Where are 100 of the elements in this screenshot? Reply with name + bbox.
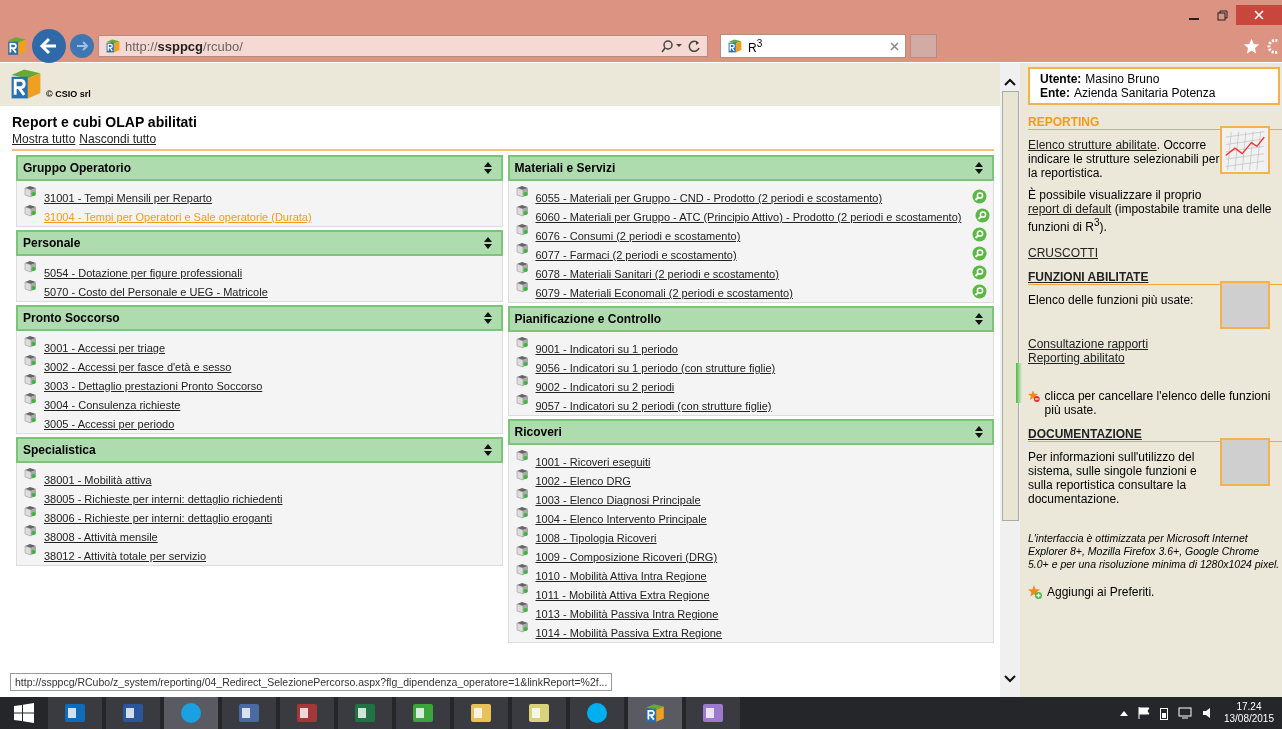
star-add-icon[interactable] bbox=[1028, 585, 1043, 600]
battery-icon[interactable] bbox=[1159, 706, 1168, 720]
taskbar-app[interactable] bbox=[396, 697, 450, 729]
toggle-link[interactable]: Mostra tutto bbox=[12, 132, 76, 146]
report-link[interactable]: 9056 - Indicatori su 1 periodo (con strutture figlie) bbox=[535, 362, 776, 374]
report-link[interactable]: 1010 - Mobilità Attiva Intra Regione bbox=[535, 570, 707, 582]
refresh-icon[interactable] bbox=[688, 39, 701, 53]
cube-icon bbox=[515, 620, 529, 633]
address-field[interactable]: http://ssppcg/rcubo/ bbox=[98, 35, 708, 57]
report-link[interactable]: 1011 - Mobilità Attiva Extra Regione bbox=[535, 589, 710, 601]
cube-icon bbox=[24, 486, 37, 499]
cube-app-icon bbox=[644, 702, 666, 724]
report-link[interactable]: 6076 - Consumi (2 periodi e scostamento) bbox=[535, 230, 741, 242]
scrollbar[interactable] bbox=[1000, 63, 1020, 698]
chart-picture bbox=[1220, 126, 1270, 174]
report-link[interactable]: 1004 - Elenco Intervento Principale bbox=[535, 513, 707, 525]
site-icon bbox=[105, 38, 121, 54]
clear-functions-text[interactable]: clicca per cancellare l'elenco delle funzioni più usate. bbox=[1044, 389, 1280, 417]
taskbar-app[interactable] bbox=[280, 697, 334, 729]
text-link[interactable]: Elenco strutture abilitate bbox=[1028, 138, 1157, 152]
cube-icon bbox=[515, 374, 529, 387]
report-link[interactable]: 1003 - Elenco Diagnosi Principale bbox=[535, 494, 701, 506]
report-link[interactable]: 1001 - Ricoveri eseguiti bbox=[535, 456, 651, 468]
cube-icon bbox=[515, 506, 529, 519]
toggle-link[interactable]: Nascondi tutto bbox=[79, 132, 157, 146]
report-link[interactable]: 5054 - Dotazione per figure professionali bbox=[44, 267, 243, 279]
report-link[interactable]: 3005 - Accessi per periodo bbox=[44, 418, 175, 430]
report-link[interactable]: 38012 - Attività totale per servizio bbox=[44, 550, 207, 562]
report-link[interactable]: 1009 - Composizione Ricoveri (DRG) bbox=[535, 551, 718, 563]
cube-icon bbox=[24, 467, 37, 480]
section-text: Elenco strutture abilitate. Occorre indicare le strutture selezionabili per la reportistica. bbox=[1028, 138, 1220, 180]
taskbar-app[interactable] bbox=[570, 697, 624, 729]
report-link[interactable]: 31001 - Tempi Mensili per Reparto bbox=[44, 192, 212, 204]
report-link[interactable]: 1008 - Tipologia Ricoveri bbox=[535, 532, 657, 544]
taskbar-app[interactable] bbox=[512, 697, 566, 729]
report-link[interactable]: 6077 - Farmaci (2 periodi e scostamento) bbox=[535, 249, 737, 261]
scroll-thumb[interactable] bbox=[1001, 91, 1019, 521]
cube-icon bbox=[24, 204, 37, 217]
add-favorites-link[interactable]: Aggiungi ai Preferiti. bbox=[1047, 585, 1155, 599]
taskbar-app[interactable] bbox=[338, 697, 392, 729]
report-link[interactable]: 9057 - Indicatori su 2 periodi (con strutture figlie) bbox=[535, 400, 772, 412]
group-header[interactable]: Specialistica bbox=[16, 437, 503, 463]
taskbar-app[interactable] bbox=[628, 697, 682, 729]
site-icon bbox=[6, 35, 28, 57]
search-icon[interactable] bbox=[660, 39, 684, 53]
group-header[interactable]: Materiali e Servizi bbox=[507, 155, 994, 181]
photo-placeholder bbox=[1220, 281, 1270, 329]
sort-arrows-icon bbox=[974, 161, 984, 175]
close-tab-icon[interactable] bbox=[890, 41, 899, 51]
flag-icon[interactable] bbox=[1137, 707, 1150, 719]
close-button[interactable] bbox=[1236, 5, 1282, 25]
cube-icon bbox=[515, 223, 529, 236]
report-link[interactable]: 1014 - Mobilità Passiva Extra Regione bbox=[535, 627, 722, 639]
report-link[interactable]: 38008 - Attività mensile bbox=[44, 531, 158, 543]
star-remove-icon[interactable] bbox=[1028, 389, 1041, 404]
group-header[interactable]: Ricoveri bbox=[507, 419, 994, 445]
report-link[interactable]: 3001 - Accessi per triage bbox=[44, 342, 166, 354]
section-link[interactable]: CRUSCOTTI bbox=[1028, 246, 1280, 260]
report-link[interactable]: 38001 - Mobilità attiva bbox=[44, 474, 152, 486]
browser-tab[interactable]: R$^{3}$ bbox=[720, 34, 906, 58]
report-link[interactable]: 1013 - Mobilità Passiva Intra Regione bbox=[535, 608, 719, 620]
taskbar-app[interactable] bbox=[48, 697, 102, 729]
report-link[interactable]: 6055 - Materiali per Gruppo - CND - Prodotto (2 periodi e scostamento) bbox=[535, 192, 883, 204]
app-icon bbox=[296, 702, 318, 724]
back-button[interactable] bbox=[32, 29, 66, 63]
taskbar-app[interactable] bbox=[106, 697, 160, 729]
clock[interactable]: 17.24 13/08/2015 bbox=[1223, 701, 1274, 725]
windows-logo-icon bbox=[14, 703, 34, 723]
report-link[interactable]: 5070 - Costo del Personale e UEG - Matricole bbox=[44, 286, 268, 298]
group-header[interactable]: Gruppo Operatorio bbox=[16, 155, 503, 181]
section-link[interactable]: Reporting abilitato bbox=[1028, 351, 1280, 365]
section-text: È possibile visualizzare il proprio report di default (impostabile tramite una delle funzioni di R$^{3}$). bbox=[1028, 188, 1273, 234]
report-link[interactable]: 6060 - Materiali per Gruppo - ATC (Principio Attivo) - Prodotto (2 periodi e scostamento) bbox=[535, 211, 962, 223]
group-header[interactable]: Personale bbox=[16, 230, 503, 256]
group-header[interactable]: Pronto Soccorso bbox=[16, 305, 503, 331]
report-link[interactable]: 3002 - Accessi per fasce d'età e sesso bbox=[44, 361, 232, 373]
taskbar-app[interactable] bbox=[686, 697, 740, 729]
status-bar-url: http://ssppcg/RCubo/z_system/reporting/04_Redirect_SelezionePercorso.aspx?flg_dipendenza_operatore=1&linkReport=%2f... bbox=[10, 673, 613, 691]
sort-arrows-icon bbox=[974, 312, 984, 326]
cube-icon bbox=[515, 242, 529, 255]
taskbar-app[interactable] bbox=[222, 697, 276, 729]
restore-icon bbox=[1216, 9, 1228, 21]
report-link[interactable]: 9001 - Indicatori su 1 periodo bbox=[535, 343, 678, 355]
group-header[interactable]: Pianificazione e Controllo bbox=[507, 306, 994, 332]
report-link[interactable]: 6078 - Materiali Sanitari (2 periodi e scostamento) bbox=[535, 268, 779, 280]
back-arrow-icon bbox=[39, 36, 59, 56]
report-link[interactable]: 6079 - Materiali Economali (2 periodi e scostamento) bbox=[535, 287, 793, 299]
text-link[interactable]: report di default bbox=[1028, 202, 1112, 216]
taskbar-app[interactable] bbox=[454, 697, 508, 729]
collapse-handle[interactable] bbox=[1016, 363, 1022, 403]
report-link[interactable]: 38005 - Richieste per interni: dettaglio richiedenti bbox=[44, 493, 283, 505]
report-link[interactable]: 3003 - Dettaglio prestazioni Pronto Soccorso bbox=[44, 380, 263, 392]
report-link[interactable]: 38006 - Richieste per interni: dettaglio eroganti bbox=[44, 512, 273, 524]
tray-expand-icon[interactable] bbox=[1119, 710, 1128, 716]
report-link[interactable]: 1002 - Elenco DRG bbox=[535, 475, 631, 487]
report-link[interactable]: 3004 - Consulenza richieste bbox=[44, 399, 181, 411]
cube-icon bbox=[24, 260, 37, 273]
section-link[interactable]: Consultazione rapporti bbox=[1028, 337, 1280, 351]
star-icon[interactable] bbox=[1243, 37, 1260, 55]
report-link[interactable]: 9002 - Indicatori su 2 periodi bbox=[535, 381, 675, 393]
